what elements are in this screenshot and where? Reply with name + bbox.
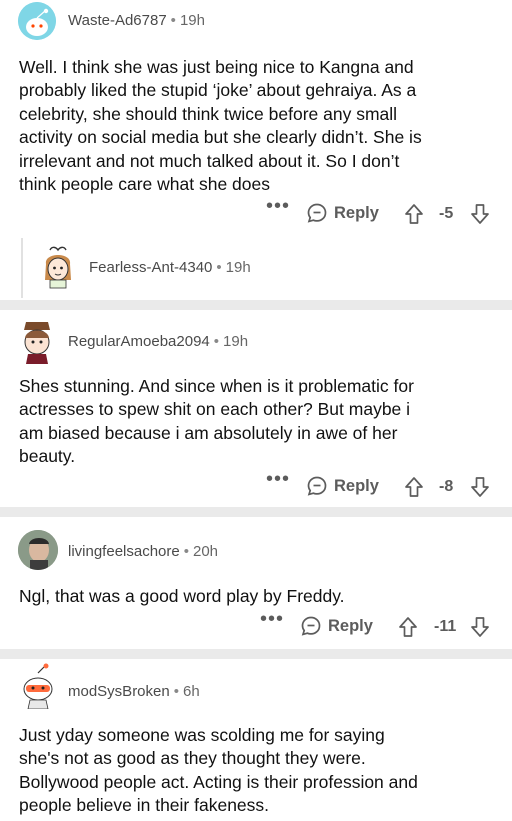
comment-3: livingfeelsachore • 20h Ngl, that was a go…	[0, 517, 512, 649]
upvote-arrow-icon	[399, 617, 417, 637]
comment-4: modSysBroken • 6h Just yday someone was sc…	[0, 659, 512, 821]
user-avatar[interactable]	[18, 316, 56, 364]
timestamp: 19h	[223, 333, 249, 350]
comment-actions: ••• Reply -11	[0, 608, 512, 641]
comment-line: probably liked the stupid ‘joke’ about g…	[19, 80, 417, 101]
username[interactable]: livingfeelsachore	[68, 543, 180, 560]
comment-line: she's not as good as they thought they w…	[19, 748, 366, 769]
comment-line: Ngl, that was a good word play by Freddy…	[19, 586, 345, 606]
upvote-arrow-icon	[405, 204, 423, 224]
reply-label: Reply	[334, 203, 379, 222]
comment-line: beauty.	[19, 446, 76, 467]
comment-body: Ngl, that was a good word play by Freddy…	[19, 585, 499, 608]
downvote-button[interactable]	[470, 203, 490, 225]
username[interactable]: RegularAmoeba2094	[68, 333, 210, 350]
comment-1: Waste-Ad6787 • 19h Well. I think she was j…	[0, 0, 512, 300]
reply-bubble-icon	[301, 616, 321, 636]
downvote-arrow-icon	[471, 617, 489, 637]
username[interactable]: Fearless-Ant-4340	[89, 259, 212, 276]
comment-line: activity on social media but she clearly…	[19, 127, 422, 148]
upvote-button[interactable]	[404, 476, 424, 498]
comment-meta: livingfeelsachore • 20h	[68, 543, 219, 560]
user-avatar[interactable]	[18, 663, 58, 709]
vote-score: -11	[434, 618, 457, 635]
timestamp: 20h	[193, 543, 219, 560]
comment-line: am biased because i am absolutely in awe…	[19, 422, 398, 443]
timestamp: 19h	[179, 12, 205, 29]
upvote-arrow-icon	[405, 477, 423, 497]
downvote-button[interactable]	[470, 616, 490, 638]
downvote-arrow-icon	[471, 477, 489, 497]
comment-meta: Waste-Ad6787 • 19h	[68, 12, 205, 29]
timestamp: 6h	[182, 683, 200, 700]
reply-button[interactable]: Reply	[306, 475, 379, 497]
comment-line: people believe in their fakeness.	[19, 795, 270, 816]
more-options-button[interactable]: •••	[266, 195, 290, 218]
more-options-button[interactable]: •••	[266, 468, 290, 491]
more-options-button[interactable]: •••	[260, 608, 284, 631]
comment-body: Shes stunning. And since when is it prob…	[19, 375, 499, 469]
vote-score: -5	[439, 205, 454, 222]
comment-meta: RegularAmoeba2094 • 19h	[68, 333, 249, 350]
upvote-button[interactable]	[404, 203, 424, 225]
upvote-button[interactable]	[398, 616, 418, 638]
vote-score: -8	[439, 478, 454, 495]
timestamp: 19h	[225, 259, 251, 276]
username[interactable]: modSysBroken	[68, 683, 170, 700]
snoo-avatar-icon	[18, 2, 56, 40]
reply-label: Reply	[328, 616, 373, 635]
user-photo-icon	[18, 530, 58, 570]
reply-label: Reply	[334, 476, 379, 495]
comment-line: celebrity, she should think twice before…	[19, 103, 398, 124]
snoo-avatar-icon	[45, 246, 71, 289]
snoo-avatar-icon	[23, 663, 53, 709]
comment-separator	[0, 300, 512, 310]
user-avatar[interactable]	[18, 2, 56, 40]
comment-line: actresses to spew shit on each other? Bu…	[19, 399, 411, 420]
comment-line: think people care what she does	[19, 174, 270, 195]
comment-body: Just yday someone was scolding me for sa…	[19, 724, 499, 818]
user-avatar[interactable]	[38, 244, 78, 290]
reply-button[interactable]: Reply	[300, 615, 373, 637]
comment-body: Well. I think she was just being nice to…	[19, 56, 499, 196]
comment-actions: ••• Reply -8	[0, 468, 512, 501]
thread-line	[21, 238, 23, 298]
comment-separator	[0, 507, 512, 517]
snoo-avatar-icon	[24, 322, 50, 364]
username[interactable]: Waste-Ad6787	[68, 12, 167, 29]
downvote-button[interactable]	[470, 476, 490, 498]
reply-bubble-icon	[307, 203, 327, 223]
comment-line: Well. I think she was just being nice to…	[19, 57, 414, 77]
comment-separator	[0, 649, 512, 659]
comment-line: Bollywood people act. Acting is their pr…	[19, 771, 418, 792]
comment-meta: modSysBroken • 6h	[68, 683, 200, 700]
comment-line: Just yday someone was scolding me for sa…	[19, 725, 385, 745]
reply-button[interactable]: Reply	[306, 202, 379, 224]
comment-2: RegularAmoeba2094 • 19h Shes stunning. And…	[0, 310, 512, 507]
comment-actions: ••• Reply -5	[0, 195, 512, 228]
comment-line: irrelevant and not much talked about it.…	[19, 150, 400, 171]
comment-meta: Fearless-Ant-4340 • 19h	[89, 259, 251, 276]
comment-line: Shes stunning. And since when is it prob…	[19, 376, 414, 396]
downvote-arrow-icon	[471, 204, 489, 224]
reply-bubble-icon	[307, 476, 327, 496]
user-avatar[interactable]	[18, 530, 58, 570]
